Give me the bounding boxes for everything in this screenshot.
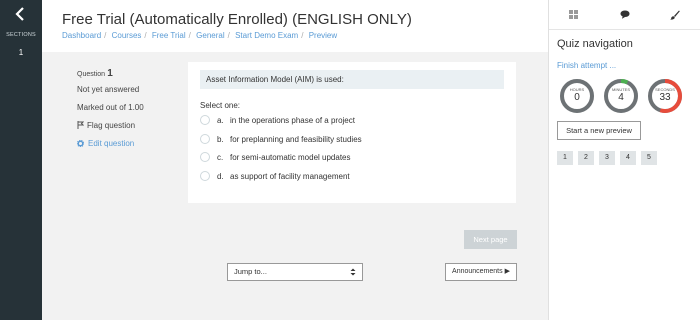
breadcrumb-dashboard[interactable]: Dashboard [62, 31, 101, 40]
page-header: Free Trial (Automatically Enrolled) (ENG… [42, 0, 548, 52]
select-arrows-icon [350, 268, 356, 276]
option-text: in the operations phase of a project [230, 116, 355, 125]
radio-button[interactable] [200, 134, 210, 144]
next-page-button[interactable]: Next page [464, 230, 517, 249]
timer-seconds: SECONDS 33 [647, 78, 683, 114]
chat-bubble-icon [620, 10, 630, 19]
question-card: Asset Information Model (AIM) is used: S… [188, 62, 516, 203]
page-button-3[interactable]: 3 [599, 151, 615, 165]
sections-label: SECTIONS [6, 32, 36, 38]
question-text: Asset Information Model (AIM) is used: [200, 70, 504, 89]
question-status: Not yet answered [77, 85, 140, 94]
flag-question-label: Flag question [87, 121, 136, 130]
page-button-4[interactable]: 4 [620, 151, 636, 165]
brush-icon [670, 10, 680, 20]
timer-minutes: MINUTES 4 [603, 78, 639, 114]
tab-edit[interactable] [650, 0, 700, 30]
question-label: Question [77, 71, 106, 78]
page-title: Free Trial (Automatically Enrolled) (ENG… [62, 11, 412, 28]
edit-question-link[interactable]: Edit question [76, 139, 135, 148]
timer-value: 33 [659, 92, 671, 103]
page-button-5[interactable]: 5 [641, 151, 657, 165]
left-sidebar: SECTIONS 1 [0, 0, 42, 320]
question-number-value: 1 [107, 68, 113, 79]
back-chevron-icon[interactable] [13, 6, 29, 22]
breadcrumb-free-trial[interactable]: Free Trial [152, 31, 186, 40]
flag-question-link[interactable]: Flag question [77, 121, 135, 130]
grid-icon [569, 10, 578, 19]
gear-icon [76, 139, 85, 148]
option-text: for semi-automatic model updates [230, 153, 351, 162]
radio-button[interactable] [200, 152, 210, 162]
radio-button[interactable] [200, 171, 210, 181]
start-new-preview-button[interactable]: Start a new preview [557, 121, 641, 140]
quiz-navigation-title: Quiz navigation [557, 38, 633, 50]
quiz-drawer: Quiz navigation Finish attempt ... HOURS… [548, 0, 700, 320]
question-number: Question 1 [77, 68, 113, 79]
page-button-1[interactable]: 1 [557, 151, 573, 165]
radio-button[interactable] [200, 115, 210, 125]
breadcrumb-general[interactable]: General [196, 31, 224, 40]
section-number-link[interactable]: 1 [0, 48, 42, 57]
timer-value: 4 [618, 92, 624, 103]
breadcrumb-courses[interactable]: Courses [112, 31, 142, 40]
option-letter: b. [217, 135, 224, 144]
select-one-label: Select one: [200, 101, 241, 110]
finish-attempt-link[interactable]: Finish attempt ... [557, 61, 616, 70]
option-text: as support of facility management [230, 172, 350, 181]
option-letter: a. [217, 116, 224, 125]
timer-value: 0 [574, 92, 580, 103]
flag-icon [77, 121, 85, 129]
announcements-link[interactable]: Announcements ▶ [445, 263, 517, 281]
marked-out-of: Marked out of 1.00 [77, 103, 144, 112]
option-letter: d. [217, 172, 224, 181]
page-button-2[interactable]: 2 [578, 151, 594, 165]
breadcrumb: Dashboard / Courses / Free Trial / General /… [62, 31, 338, 40]
jump-to-label: Jump to... [234, 267, 267, 276]
breadcrumb-preview[interactable]: Preview [309, 31, 337, 40]
edit-question-label: Edit question [88, 139, 135, 148]
breadcrumb-start-demo-exam[interactable]: Start Demo Exam [235, 31, 298, 40]
drawer-tabs [549, 0, 700, 30]
jump-to-select[interactable]: Jump to... [227, 263, 363, 281]
tab-messages[interactable] [600, 0, 650, 30]
option-letter: c. [217, 153, 224, 162]
option-text: for preplanning and feasibility studies [230, 135, 362, 144]
tab-blocks[interactable] [549, 0, 599, 30]
timer-hours: HOURS 0 [559, 78, 595, 114]
